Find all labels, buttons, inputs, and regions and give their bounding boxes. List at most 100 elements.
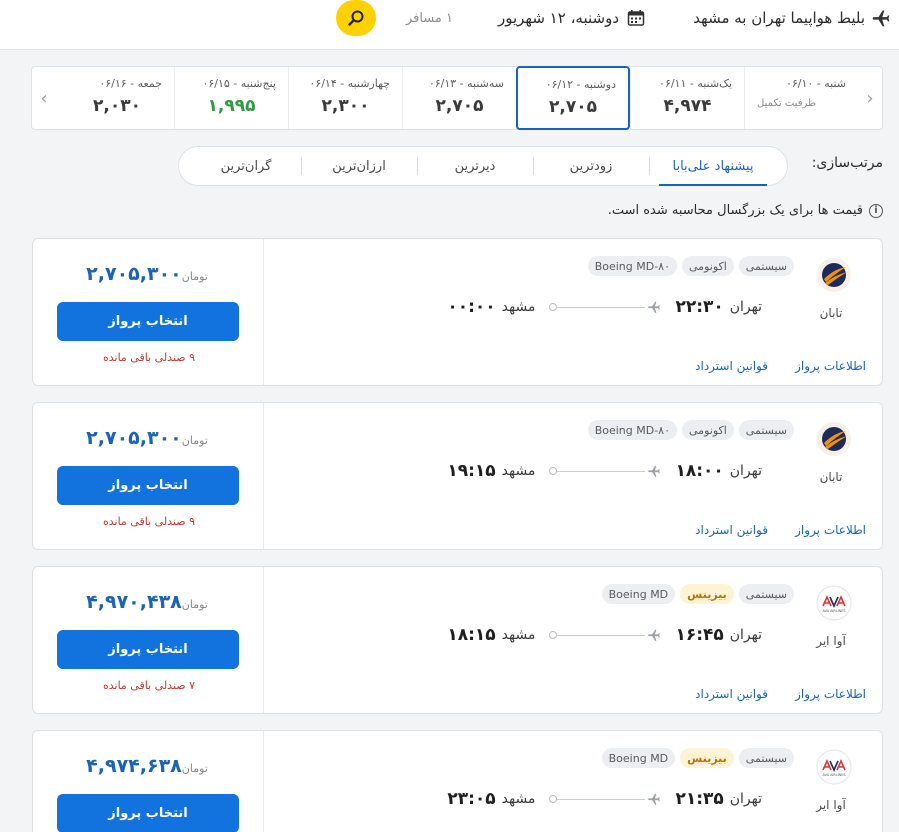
date-cell-price: ۲,۰۳۰ [93, 96, 141, 116]
top-bar: بلیط هواپیما تهران به مشهد دوشنبه، ۱۲ شه… [0, 0, 899, 50]
ava-logo-text: AVA AIRLINES [823, 609, 846, 613]
plane-icon [648, 301, 661, 313]
destination-city: مشهد [501, 299, 536, 315]
taban-logo [816, 421, 852, 457]
refund-rules-link[interactable]: قوانین استرداد [695, 687, 768, 701]
plane-icon [871, 0, 891, 36]
select-flight-button[interactable]: انتخاب پرواز [57, 466, 239, 505]
chip-system: سیستمی [738, 256, 794, 276]
refund-rules-link[interactable]: قوانین استرداد [695, 523, 768, 537]
chevron-right-icon[interactable]: ‹ [858, 67, 882, 129]
plane-icon [648, 465, 661, 477]
date-cell-price: ۱,۹۹۵ [207, 96, 256, 116]
airline-name: تابان [819, 306, 843, 320]
plane-icon [648, 793, 661, 805]
date-cell-label: چهارشنبه - ۰۶/۱۴ [309, 77, 390, 90]
flight-info-link[interactable]: اطلاعات پرواز [795, 359, 866, 373]
airline-name: آوا ایر [816, 634, 846, 648]
origin-city: تهران [729, 463, 762, 479]
route: تهران ۱۶:۴۵ مشهد ۱۸:۱۵ [447, 621, 762, 649]
passenger-count[interactable]: ۱ مسافر [406, 0, 453, 36]
plane-icon [648, 629, 661, 641]
route-line [549, 792, 661, 806]
arrival-time: ۱۹:۱۵ [447, 461, 496, 481]
calendar-icon[interactable] [627, 0, 645, 36]
destination-city: مشهد [501, 791, 536, 807]
seats-remaining: ۹ صندلی باقی مانده [102, 515, 196, 528]
route-line [549, 628, 661, 642]
flight-tags: سیستمی بیزینس Boeing MD [601, 748, 794, 768]
sort-option-most-expensive[interactable]: گران‌ترین [191, 147, 301, 185]
price: تومان ۲,۷۰۵,۳۰۰ [57, 427, 241, 449]
search-button[interactable] [336, 0, 376, 36]
date-cell[interactable]: سه‌شنبه - ۰۶/۱۳ ۲,۷۰۵ [402, 67, 516, 129]
arrival-time: ۲۳:۰۵ [447, 789, 496, 809]
select-flight-button[interactable]: انتخاب پرواز [57, 302, 239, 341]
destination-city: مشهد [501, 627, 536, 643]
price-amount: ۲,۷۰۵,۳۰۰ [86, 263, 182, 285]
chip-class: اکونومی [682, 420, 734, 440]
route-line [549, 300, 661, 314]
flight-info-link[interactable]: اطلاعات پرواز [795, 523, 866, 537]
arrival-time: ۰۰:۰۰ [447, 297, 496, 317]
currency: تومان [181, 762, 208, 775]
date-cell[interactable]: شنبه - ۰۶/۱۰ ظرفیت تکمیل [744, 67, 858, 129]
price-note: i قیمت ها برای یک بزرگسال محاسبه شده است… [608, 203, 883, 218]
price-amount: ۲,۷۰۵,۳۰۰ [86, 427, 182, 449]
taban-logo [816, 257, 852, 293]
chip-aircraft: Boeing MD-۸۰ [587, 256, 678, 276]
ava-logo-text: AVA AIRLINES [823, 773, 846, 777]
chevron-left-icon[interactable]: › [32, 67, 56, 129]
flight-card: AVA AIRLINES آوا ایر سیستمی بیزینس Boein… [32, 566, 883, 714]
sort-option-earliest[interactable]: زودترین [533, 147, 649, 185]
origin-city: تهران [729, 627, 762, 643]
origin-city: تهران [729, 299, 762, 315]
airline-name: تابان [819, 470, 843, 484]
price: تومان ۴,۹۷۴,۶۳۸ [57, 755, 241, 777]
departure-time: ۱۸:۰۰ [675, 461, 724, 481]
seats-remaining: ۷ صندلی باقی مانده [102, 679, 196, 692]
select-flight-button[interactable]: انتخاب پرواز [57, 630, 239, 669]
route-line [549, 464, 661, 478]
flight-card: تابان سیستمی اکونومی Boeing MD-۸۰ تهران … [32, 402, 883, 550]
currency: تومان [181, 598, 208, 611]
departure-time: ۲۲:۳۰ [675, 297, 724, 317]
date-cell[interactable]: یک‌شنبه - ۰۶/۱۱ ۴,۹۷۴ [630, 67, 744, 129]
chip-system: سیستمی [738, 584, 794, 604]
sort-option-cheapest[interactable]: ارزان‌ترین [301, 147, 417, 185]
departure-time: ۱۶:۴۵ [675, 625, 724, 645]
price-note-text: قیمت ها برای یک بزرگسال محاسبه شده است. [607, 203, 863, 218]
ava-air-logo: AVA AIRLINES [816, 749, 852, 785]
flight-tags: سیستمی اکونومی Boeing MD-۸۰ [587, 256, 794, 276]
select-flight-button[interactable]: انتخاب پرواز [57, 794, 239, 832]
ava-air-logo: AVA AIRLINES [816, 585, 852, 621]
date-cell-label: شنبه - ۰۶/۱۰ [785, 77, 846, 90]
date-cell-label: یک‌شنبه - ۰۶/۱۱ [659, 77, 732, 90]
airline-name: آوا ایر [816, 798, 846, 812]
flight-info-link[interactable]: اطلاعات پرواز [795, 687, 866, 701]
date-cell[interactable]: پنج‌شنبه - ۰۶/۱۵ ۱,۹۹۵ [174, 67, 288, 129]
date-cell-price: ۲,۷۰۵ [549, 97, 597, 117]
date-cell[interactable]: جمعه - ۰۶/۱۶ ۲,۰۳۰ [60, 67, 174, 129]
origin-city: تهران [729, 791, 762, 807]
date-cell-active[interactable]: دوشنبه - ۰۶/۱۲ ۲,۷۰۵ [516, 66, 630, 130]
info-icon: i [869, 203, 883, 218]
date-cell[interactable]: چهارشنبه - ۰۶/۱۴ ۲,۳۰۰ [288, 67, 402, 129]
refund-rules-link[interactable]: قوانین استرداد [695, 359, 768, 373]
chip-class: اکونومی [682, 256, 734, 276]
date-cell-note: ظرفیت تکمیل [757, 98, 816, 109]
date-cell-price: ۴,۹۷۴ [663, 96, 712, 116]
selected-date[interactable]: دوشنبه، ۱۲ شهریور [498, 0, 619, 36]
sort-label: مرتب‌سازی: [811, 155, 883, 171]
flight-tags: سیستمی بیزینس Boeing MD [601, 584, 794, 604]
date-cell-label: پنج‌شنبه - ۰۶/۱۵ [202, 77, 276, 90]
date-cell-label: سه‌شنبه - ۰۶/۱۳ [428, 77, 504, 90]
destination-city: مشهد [501, 463, 536, 479]
chip-class: بیزینس [680, 748, 734, 768]
chip-aircraft: Boeing MD [601, 584, 676, 604]
sort-option-recommended[interactable]: پیشنهاد علی‌بابا [649, 147, 777, 186]
currency: تومان [181, 434, 208, 447]
sort-option-latest[interactable]: دیرترین [417, 147, 533, 185]
date-cell-price: ۲,۷۰۵ [435, 96, 484, 116]
chip-class: بیزینس [680, 584, 734, 604]
